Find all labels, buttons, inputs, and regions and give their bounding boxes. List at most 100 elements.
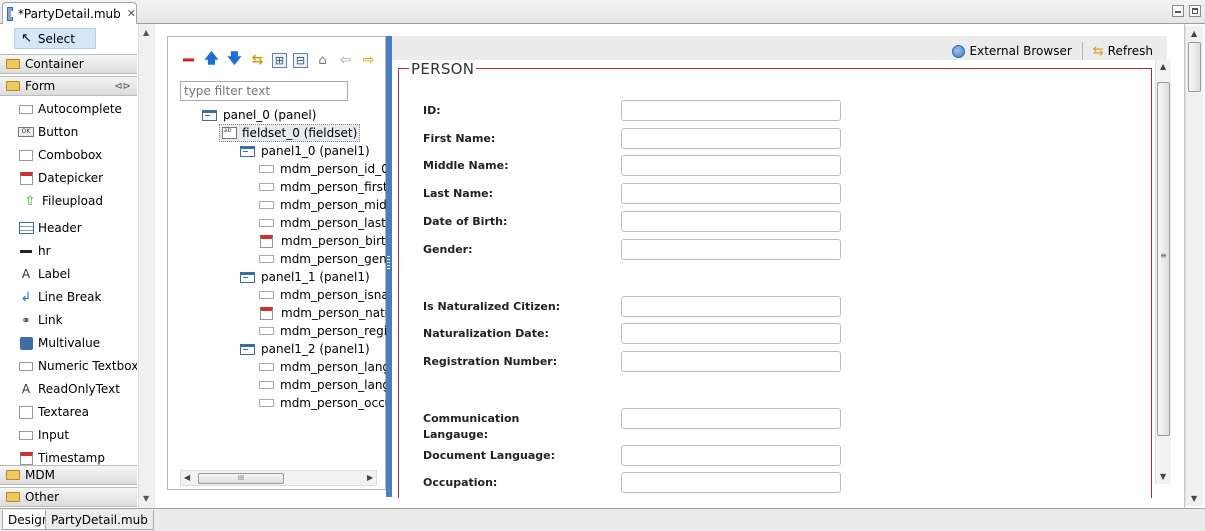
tree-node[interactable]: mdm_person_gen [259,250,387,268]
drawer-container[interactable]: Container [0,54,137,74]
tree-node-selected[interactable]: ab fieldset_0 (fieldset) [219,124,361,142]
pin-icon[interactable]: ⊲⊳ [114,81,131,92]
preview-pane: External Browser ⇆ Refresh PERSON ID: Fi… [392,36,1171,498]
tree-node[interactable]: mdm_person_natu [260,304,392,322]
palette-item-label[interactable]: A Label [18,263,70,285]
document-language-field[interactable] [621,445,841,466]
back-icon[interactable]: ⇦ [337,52,354,69]
palette-item-input[interactable]: Input [18,424,69,446]
person-fieldset: PERSON ID: First Name: Middle Name: Last… [398,60,1152,498]
tree-node[interactable]: mdm_person_occu [259,394,392,412]
tree-node[interactable]: mdm_person_id_0 [259,160,389,178]
remove-icon[interactable]: ━ [180,50,197,71]
occupation-field[interactable] [621,472,841,493]
palette-item-line-break[interactable]: ↲ Line Break [18,286,102,308]
sash-grip[interactable] [387,256,390,270]
palette-item-datepicker[interactable]: Datepicker [18,167,103,189]
palette-item-fileupload[interactable]: ⇧ Fileupload [22,190,103,212]
textbox-icon [259,291,274,299]
scroll-up-icon[interactable]: ▲ [1191,29,1197,38]
scroll-up-icon[interactable]: ▲ [1160,62,1166,71]
scroll-left-icon[interactable]: ◀ [184,473,190,482]
palette-item-combobox[interactable]: Combobox [18,144,102,166]
field-label: Last Name: [423,187,494,200]
palette-item-textarea[interactable]: Textarea [18,401,89,423]
palette-item-button[interactable]: OK Button [18,121,78,143]
fieldset-icon: ab [222,127,237,139]
palette-item-hr[interactable]: hr [18,240,51,262]
scroll-up-icon[interactable]: ▲ [143,28,149,37]
close-icon[interactable]: ✕ [127,7,136,20]
communication-language-field[interactable] [621,408,841,429]
tab-source[interactable]: PartyDetail.mub [45,510,154,530]
palette-item-label: Link [38,313,63,327]
tree-node[interactable]: panel1_0 (panel1) [240,142,370,160]
preview-vscrollbar[interactable]: ▲ ▼ [1155,60,1171,484]
tree-node[interactable]: panel1_2 (panel1) [240,340,370,358]
tree-node[interactable]: mdm_person_lang [259,358,390,376]
outline-hscrollbar[interactable]: ◀ III ▶ [180,470,377,486]
minimize-button[interactable] [1172,5,1184,17]
drawer-other[interactable]: Other [0,487,137,507]
editor-vscrollbar[interactable]: ▲ ▼ [1185,26,1203,506]
refresh-button[interactable]: ⇆ Refresh [1089,44,1157,59]
scroll-down-icon[interactable]: ▼ [1191,494,1197,503]
palette-item-multivalue[interactable]: Multivalue [18,332,100,354]
form-row: Naturalization Date: [423,323,843,344]
filter-input[interactable] [180,81,348,101]
palette-item-link[interactable]: ⚭ Link [18,309,63,331]
tree-node-label: fieldset_0 (fieldset) [242,126,358,140]
palette-item-numeric-textbox[interactable]: Numeric Textbox [18,355,137,377]
folder-icon [6,492,20,502]
scroll-down-icon[interactable]: ▼ [1160,472,1166,481]
tree-node[interactable]: mdm_person_lang [259,376,390,394]
external-browser-label: External Browser [969,44,1072,58]
tree-node[interactable]: mdm_person_birth [260,232,393,250]
forward-icon[interactable]: ⇨ [360,52,377,69]
palette-item-header[interactable]: Header [18,217,82,239]
scroll-right-icon[interactable]: ▶ [367,473,373,482]
registration-number-field[interactable] [621,351,841,372]
last-name-field[interactable] [621,183,841,204]
drawer-form[interactable]: Form ⊲⊳ [0,76,137,96]
first-name-field[interactable] [621,128,841,149]
palette-item-autocomplete[interactable]: Autocomplete [18,98,122,120]
home-icon[interactable]: ⌂ [314,52,331,69]
tree-node[interactable]: mdm_person_regi [259,322,387,340]
scroll-thumb[interactable]: III [198,473,284,484]
drawer-label: Container [25,57,84,71]
arrow-up-icon[interactable]: 🡅 [203,51,220,69]
tree-node-label: mdm_person_lang [280,378,391,392]
tree-node[interactable]: panel_0 (panel) [202,106,316,124]
tree-node[interactable]: mdm_person_isna [259,286,389,304]
date-of-birth-field[interactable] [621,211,841,232]
globe-icon [951,44,965,58]
palette-item-readonlytext[interactable]: A ReadOnlyText [18,378,120,400]
tree-node-label: mdm_person_lang [280,360,391,374]
tree-node[interactable]: panel1_1 (panel1) [240,268,370,286]
naturalization-date-field[interactable] [621,323,841,344]
external-browser-button[interactable]: External Browser [948,44,1076,58]
maximize-button[interactable] [1189,5,1201,17]
header-icon [18,221,34,235]
editor-tab[interactable]: *PartyDetail.mub ✕ [2,2,137,24]
palette-scrollbar[interactable]: ▲ ▼ [138,24,155,508]
scroll-down-icon[interactable]: ▼ [143,494,149,503]
tree-node-label: panel1_2 (panel1) [261,342,370,356]
drawer-mdm[interactable]: MDM [0,465,137,485]
collapse-all-icon[interactable]: ⊟ [293,52,308,68]
naturalized-citizen-field[interactable] [621,296,841,317]
tree-node[interactable]: mdm_person_first [259,178,388,196]
middle-name-field[interactable] [621,155,841,176]
tree-node[interactable]: mdm_person_lastn [259,214,393,232]
id-field[interactable] [621,100,841,121]
arrow-down-icon[interactable]: 🡇 [226,51,243,69]
expand-all-icon[interactable]: ⊞ [272,52,287,68]
tree-node[interactable]: mdm_person_mid [259,196,387,214]
scroll-thumb[interactable] [1157,82,1170,436]
scroll-thumb[interactable] [1188,42,1201,92]
gender-field[interactable] [621,239,841,260]
select-tool[interactable]: ↖ Select [14,28,96,49]
tree-node-label: mdm_person_lastn [280,216,394,230]
sync-icon[interactable]: ⇆ [249,52,266,69]
